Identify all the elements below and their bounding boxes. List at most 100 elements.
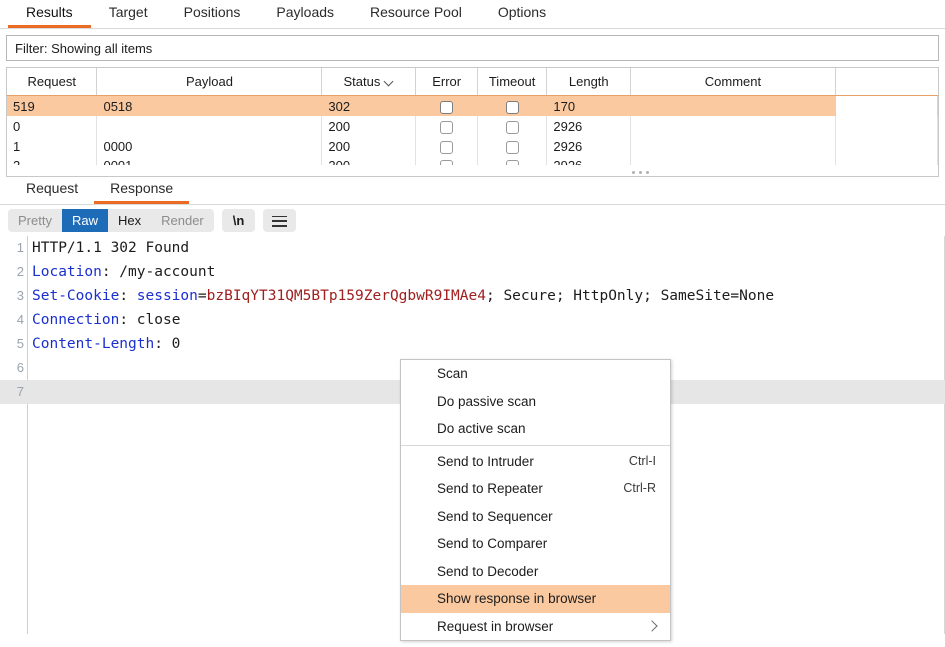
menu-item-show-response-in-browser[interactable]: Show response in browser xyxy=(401,585,670,613)
cell-error xyxy=(415,116,478,136)
message-tab-request[interactable]: Request xyxy=(10,177,94,204)
menu-item-label: Send to Repeater xyxy=(437,481,543,496)
cell-payload xyxy=(96,116,323,136)
results-table-header-row: Request Payload Status Error Timeout Length Co… xyxy=(7,68,938,96)
code-token: Location xyxy=(32,264,102,280)
cell-comment xyxy=(630,156,836,165)
cell-status: 200 xyxy=(321,136,417,156)
column-header-comment[interactable]: Comment xyxy=(630,68,836,96)
column-header-timeout[interactable]: Timeout xyxy=(477,68,548,96)
column-header-label: Payload xyxy=(185,74,233,89)
context-menu[interactable]: Scan Do passive scan Do active scan Send to… xyxy=(400,359,671,641)
cell-status: 200 xyxy=(321,156,417,165)
column-header-error[interactable]: Error xyxy=(415,68,478,96)
column-header-request[interactable]: Request xyxy=(7,68,98,96)
error-checkbox[interactable] xyxy=(440,140,454,154)
column-header-length[interactable]: Length xyxy=(546,68,632,96)
menu-item-label: Show response in browser xyxy=(437,591,597,606)
panel-splitter[interactable] xyxy=(6,165,939,177)
column-header-label: Error xyxy=(432,74,462,89)
cell-timeout xyxy=(477,156,548,165)
timeout-checkbox[interactable] xyxy=(505,120,519,134)
results-table-container[interactable]: Request Payload Status Error Timeout Length Co… xyxy=(6,67,939,165)
chevron-down-icon[interactable] xyxy=(385,78,394,87)
message-tab-bar: Request Response xyxy=(0,177,945,205)
menu-item-send-to-decoder[interactable]: Send to Decoder xyxy=(401,558,670,586)
view-mode-hex[interactable]: Hex xyxy=(108,209,151,232)
chevron-right-icon[interactable] xyxy=(646,619,658,632)
code-token: Content-Length xyxy=(32,336,155,352)
tab-positions[interactable]: Positions xyxy=(166,1,259,28)
line-number: 3 xyxy=(16,288,24,303)
column-header-blank[interactable] xyxy=(835,68,938,96)
cell-status: 302 xyxy=(321,95,417,116)
column-header-label: Status xyxy=(343,74,381,89)
menu-item-request-in-browser[interactable]: Request in browser xyxy=(401,613,670,641)
tab-results[interactable]: Results xyxy=(8,1,91,28)
cell-length: 2926 xyxy=(546,116,632,136)
line-number: 4 xyxy=(16,312,24,327)
timeout-checkbox[interactable] xyxy=(505,100,519,114)
menu-item-label: Scan xyxy=(437,366,468,381)
error-checkbox[interactable] xyxy=(440,120,454,134)
tab-resource-pool[interactable]: Resource Pool xyxy=(352,1,480,28)
table-row[interactable]: 20001200 2926 xyxy=(7,156,938,165)
editor-menu-button[interactable] xyxy=(263,208,297,232)
cell-payload: 0518 xyxy=(96,95,323,116)
line-number: 5 xyxy=(16,336,24,351)
code-line: 3 Set-Cookie: session=bzBIqYT31QM5BTp159Z… xyxy=(0,284,945,308)
code-token: bzBIqYT31QM5BTp159ZerQgbwR9IMAe4 xyxy=(206,288,486,304)
cell-request: 519 xyxy=(7,95,98,116)
menu-item-scan[interactable]: Scan xyxy=(401,360,670,388)
menu-item-do-active-scan[interactable]: Do active scan xyxy=(401,415,670,443)
menu-item-do-passive-scan[interactable]: Do passive scan xyxy=(401,388,670,416)
tab-options[interactable]: Options xyxy=(480,1,564,28)
menu-item-label: Request in browser xyxy=(437,618,554,634)
code-token: HTTP/1.1 302 Found xyxy=(32,240,190,256)
menu-item-label: Send to Comparer xyxy=(437,536,548,551)
menu-separator xyxy=(401,444,670,446)
timeout-checkbox[interactable] xyxy=(505,140,519,154)
line-number: 7 xyxy=(16,384,24,399)
tab-payloads[interactable]: Payloads xyxy=(258,1,352,28)
column-header-label: Request xyxy=(27,74,76,89)
error-checkbox[interactable] xyxy=(440,100,454,114)
view-toolbar: Pretty Raw Hex Render \n xyxy=(0,205,945,235)
cell-comment xyxy=(630,136,836,156)
column-header-status[interactable]: Status xyxy=(321,68,417,96)
view-mode-segmented-control: Pretty Raw Hex Render xyxy=(8,208,214,232)
table-row[interactable]: 1 0000 200 2926 xyxy=(7,136,938,156)
column-header-label: Timeout xyxy=(488,74,536,89)
view-mode-raw[interactable]: Raw xyxy=(61,208,108,232)
cell-payload: 0001 xyxy=(96,156,323,165)
splitter-grip-icon[interactable] xyxy=(632,169,653,174)
code-line: 2 Location: /my-account xyxy=(0,260,945,284)
code-token: : close xyxy=(119,312,181,328)
cell-request: 2 xyxy=(7,156,98,165)
code-text: Location: /my-account xyxy=(24,260,215,284)
menu-item-send-to-sequencer[interactable]: Send to Sequencer xyxy=(401,503,670,531)
cell-length: 2926 xyxy=(546,136,632,156)
cell-spacer xyxy=(835,116,938,136)
hamburger-icon xyxy=(272,215,288,227)
menu-item-shortcut: Ctrl-R xyxy=(623,481,656,495)
newline-toggle-button[interactable]: \n xyxy=(221,208,256,232)
menu-item-send-to-comparer[interactable]: Send to Comparer xyxy=(401,530,670,558)
filter-bar[interactable]: Filter: Showing all items xyxy=(6,35,939,61)
table-row[interactable]: 0 200 2926 xyxy=(7,116,938,136)
intruder-tab-bar: Results Target Positions Payloads Resource P… xyxy=(0,0,945,29)
menu-item-label: Send to Intruder xyxy=(437,453,534,469)
line-number: 1 xyxy=(16,240,24,255)
cell-length: 2926 xyxy=(546,156,632,165)
table-row[interactable]: 519 0518 302 170 xyxy=(7,95,938,116)
tab-target[interactable]: Target xyxy=(91,1,166,28)
cell-error xyxy=(415,136,478,156)
cell-spacer xyxy=(835,95,938,116)
menu-item-send-to-intruder[interactable]: Send to Intruder Ctrl-I xyxy=(401,448,670,476)
code-token: Connection xyxy=(32,312,120,328)
column-header-payload[interactable]: Payload xyxy=(96,68,323,96)
code-token: : xyxy=(119,288,137,304)
cell-payload: 0000 xyxy=(96,136,323,156)
menu-item-send-to-repeater[interactable]: Send to Repeater Ctrl-R xyxy=(401,475,670,503)
message-tab-response[interactable]: Response xyxy=(94,177,190,204)
